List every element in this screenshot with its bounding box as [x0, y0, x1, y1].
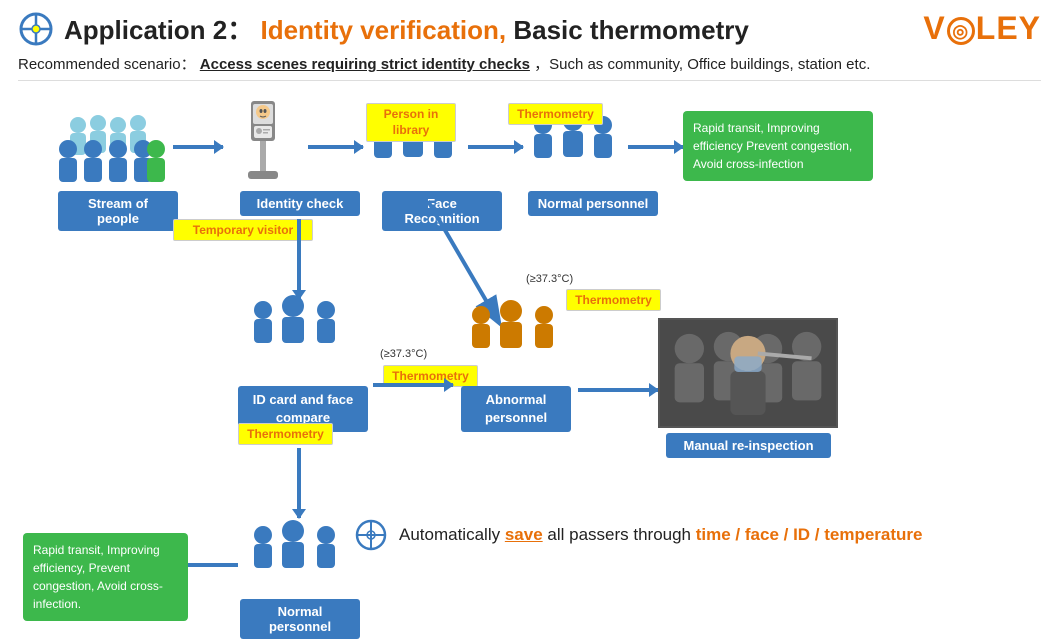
- save-word: save: [505, 525, 543, 544]
- subtitle: Recommended scenario： Access scenes requ…: [18, 53, 1041, 81]
- subtitle-highlight: Access scenes requiring strict identity …: [200, 56, 530, 73]
- arrow-face-to-normal: [468, 145, 523, 149]
- arrow-stream-to-identity: [173, 145, 223, 149]
- result-box-bottom: Rapid transit, Improving efficiency, Pre…: [23, 533, 188, 621]
- result-box-top: Rapid transit, Improving efficiency Prev…: [683, 111, 873, 181]
- arrow-normal-to-result: [628, 145, 683, 149]
- temp-note-right: (≥37.3°C): [526, 273, 573, 285]
- page: Application 2： Identity verification, Ba…: [0, 0, 1059, 594]
- identity-device: [223, 98, 303, 193]
- abnormal-people-icon: [456, 293, 566, 378]
- thermometry-tag-top: Thermometry: [508, 103, 603, 125]
- bottom-save-section: Automatically save all passers through t…: [353, 517, 1031, 553]
- logo: V◎LEY: [923, 10, 1041, 47]
- manual-reinspection-label: Manual re-inspection: [666, 433, 831, 458]
- normal-personnel-bottom-icon: [238, 513, 348, 593]
- header-title: Application 2： Identity verification, Ba…: [64, 10, 749, 47]
- manual-inspection-photo: [658, 318, 838, 428]
- thermometry-tag-right: Thermometry: [566, 289, 661, 311]
- id-card-people-icon: [238, 288, 348, 368]
- flow-area: Rapid transit, Improving efficiency Prev…: [18, 93, 1041, 553]
- stream-label: Stream of people: [58, 191, 178, 231]
- temp-note-middle: (≥37.3°C): [380, 348, 427, 360]
- save-highlights: time / face / ID / temperature: [696, 525, 923, 544]
- arrow-idcard-to-abnormal: [373, 383, 453, 387]
- temporary-visitor-tag: Temporary visitor: [173, 219, 313, 241]
- arrow-abnormal-to-manual: [578, 388, 658, 392]
- crosshair-bottom-icon: [353, 517, 389, 553]
- normal-personnel-label: Normal personnel: [528, 191, 658, 216]
- arrow-idcard-down: [297, 448, 301, 518]
- abnormal-label: Abnormal personnel: [461, 386, 571, 432]
- stream-people-icon: [48, 103, 168, 183]
- normal-personnel-bottom-label: Normal personnel: [240, 599, 360, 639]
- thermometry-tag-bottom: Thermometry: [238, 423, 333, 445]
- arrow-identity-to-face: [308, 145, 363, 149]
- crosshair-icon: [18, 11, 54, 47]
- arrow-identity-down: [297, 219, 301, 299]
- identity-label: Identity check: [240, 191, 360, 216]
- save-description: Automatically save all passers through t…: [399, 525, 923, 545]
- person-in-library-tag: Person in library: [366, 103, 456, 142]
- header: Application 2： Identity verification, Ba…: [18, 10, 1041, 47]
